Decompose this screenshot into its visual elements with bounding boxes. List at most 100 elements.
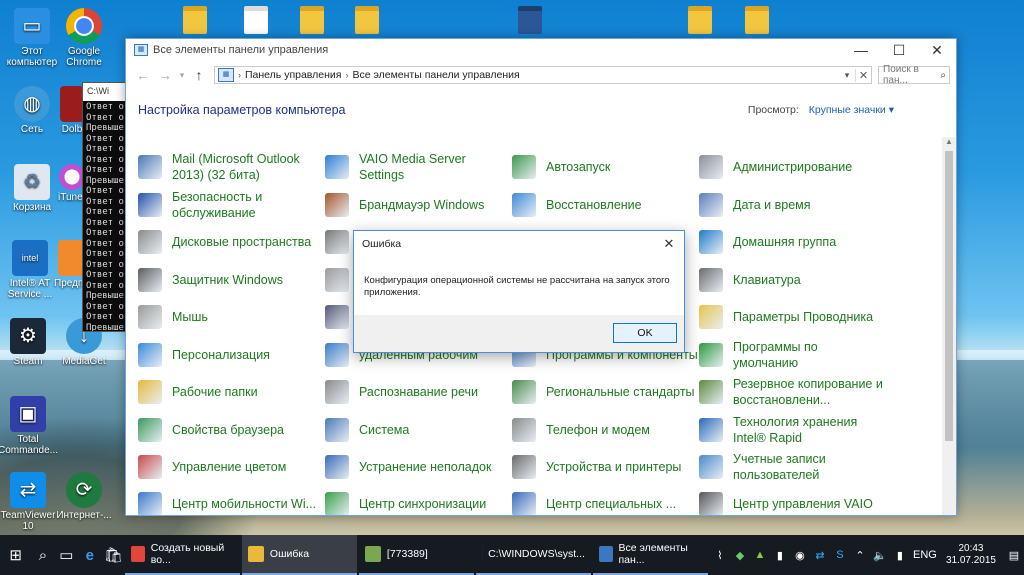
control-panel-item[interactable]: Центр управления VAIO xyxy=(699,486,885,515)
control-panel-item[interactable]: Распознавание речи xyxy=(325,374,511,410)
folder-icon[interactable] xyxy=(688,6,714,36)
control-panel-item[interactable]: Учетные записи пользователей xyxy=(699,449,885,485)
dialog-close-button[interactable]: ✕ xyxy=(654,236,684,252)
desktop-icon-recycle-bin[interactable]: ♻ Корзина xyxy=(0,164,64,213)
dialog-title-bar[interactable]: Ошибка ✕ xyxy=(354,231,684,257)
clock[interactable]: 20:43 31.07.2015 xyxy=(946,543,996,567)
battery-icon[interactable]: ▮ xyxy=(770,549,790,562)
word-file-icon[interactable] xyxy=(518,6,544,36)
dolby-icon xyxy=(60,86,84,122)
title-bar[interactable]: ▦ Все элементы панели управления — ☐ ✕ xyxy=(126,39,956,61)
control-panel-item[interactable]: Защитник Windows xyxy=(138,262,324,298)
control-panel-item[interactable]: Телефон и модем xyxy=(512,412,698,448)
control-panel-item[interactable]: Дата и время xyxy=(699,187,885,223)
folder-icon[interactable] xyxy=(745,6,771,36)
control-panel-item[interactable]: Персонализация xyxy=(138,337,324,373)
pdf-file-icon[interactable] xyxy=(244,6,270,36)
chevron-down-icon[interactable]: ▾ xyxy=(839,70,855,81)
control-panel-item[interactable]: Домашняя группа xyxy=(699,224,885,260)
folder-icon[interactable] xyxy=(300,6,326,36)
search-icon[interactable]: ⌕ xyxy=(940,70,946,81)
recent-chevron-icon[interactable]: ▾ xyxy=(176,70,188,81)
control-panel-item[interactable]: VAIO Media Server Settings xyxy=(325,149,511,185)
control-panel-item[interactable]: Резервное копирование и восстановлени... xyxy=(699,374,885,410)
control-panel-item[interactable]: Технология хранения Intel® Rapid xyxy=(699,412,885,448)
search-input[interactable]: Поиск в пан... ⌕ xyxy=(878,64,950,86)
desktop-icon-intel-at[interactable]: intel Intel® AT Service ... xyxy=(0,240,62,300)
wifi-icon[interactable]: ⌇ xyxy=(710,549,730,562)
search-icon[interactable]: ⌕ xyxy=(31,535,54,575)
taskbar-task[interactable]: [773389] xyxy=(358,535,474,575)
scroll-up-icon[interactable]: ▲ xyxy=(942,137,956,151)
up-arrow-icon[interactable]: ↑ xyxy=(188,67,210,83)
signal-icon[interactable]: ▮ xyxy=(890,549,910,562)
control-panel-item[interactable]: Устройства и принтеры xyxy=(512,449,698,485)
desktop-icon-steam[interactable]: ⚙ Steam xyxy=(0,318,60,367)
control-panel-item[interactable]: Центр синхронизации xyxy=(325,486,511,515)
show-hidden-icon[interactable]: ⌃ xyxy=(850,549,870,562)
maximize-button[interactable]: ☐ xyxy=(880,39,918,61)
notifications-icon[interactable]: ▤ xyxy=(1004,549,1024,562)
steam-tray-icon[interactable]: ◉ xyxy=(790,549,810,562)
scroll-thumb[interactable] xyxy=(945,151,953,441)
desktop-icon-chrome[interactable]: Google Chrome xyxy=(52,8,116,68)
item-icon xyxy=(699,492,723,515)
window-title: Все элементы панели управления xyxy=(153,44,329,56)
minimize-button[interactable]: — xyxy=(842,39,880,61)
control-panel-item[interactable]: Свойства браузера xyxy=(138,412,324,448)
network-app-icon[interactable]: ◆ xyxy=(730,549,750,562)
control-panel-item[interactable]: Клавиатура xyxy=(699,262,885,298)
edge-icon[interactable]: e xyxy=(78,535,101,575)
breadcrumb-all-items[interactable]: Все элементы панели управления xyxy=(348,69,523,81)
store-icon[interactable]: 🛍 xyxy=(102,535,125,575)
control-panel-item[interactable]: Программы по умолчанию xyxy=(699,337,885,373)
folder-icon[interactable] xyxy=(183,6,209,36)
item-label: Защитник Windows xyxy=(172,273,284,287)
control-panel-item[interactable]: Безопасность и обслуживание xyxy=(138,187,324,223)
internet-icon: ⟳ xyxy=(66,472,102,508)
control-panel-item[interactable]: Устранение неполадок xyxy=(325,449,511,485)
address-bar[interactable]: ▦ › Панель управления › Все элементы пан… xyxy=(214,66,872,84)
error-dialog[interactable]: Ошибка ✕ Конфигурация операционной систе… xyxy=(353,230,685,353)
desktop-icon-teamviewer[interactable]: ⇄ TeamViewer 10 xyxy=(0,472,60,532)
taskbar-task[interactable]: Все элементы пан... xyxy=(592,535,708,575)
taskbar-task[interactable]: Ошибка xyxy=(241,535,357,575)
control-panel-item[interactable]: Система xyxy=(325,412,511,448)
view-dropdown[interactable]: Крупные значки ▾ xyxy=(809,104,894,116)
volume-icon[interactable]: 🔈 xyxy=(870,549,890,562)
desktop-icon-network[interactable]: ◍ Сеть xyxy=(0,86,64,135)
dialog-footer: OK xyxy=(354,315,684,352)
close-button[interactable]: ✕ xyxy=(918,39,956,61)
desktop-icon-internet[interactable]: ⟳ Интернет-... xyxy=(52,472,116,521)
control-panel-item[interactable]: Восстановление xyxy=(512,187,698,223)
vertical-scrollbar[interactable]: ▲ xyxy=(942,137,956,515)
forward-arrow-icon[interactable]: → xyxy=(154,67,176,83)
control-panel-item[interactable]: Дисковые пространства xyxy=(138,224,324,260)
desktop-icon-total-commander[interactable]: ▣ Total Commande... xyxy=(0,396,60,456)
folder-icon[interactable] xyxy=(355,6,381,36)
taskbar-task[interactable]: Создать новый во... xyxy=(124,535,240,575)
ok-button[interactable]: OK xyxy=(613,323,677,343)
control-panel-item[interactable]: Автозапуск xyxy=(512,149,698,185)
android-icon[interactable]: ▲ xyxy=(750,549,770,561)
control-panel-item[interactable]: Центр мобильности Wi... xyxy=(138,486,324,515)
task-view-icon[interactable]: ▭ xyxy=(55,535,78,575)
language-indicator[interactable]: ENG xyxy=(910,549,940,561)
task-label: Ошибка xyxy=(269,548,310,560)
skype-icon[interactable]: S xyxy=(830,549,850,561)
breadcrumb-control-panel[interactable]: Панель управления xyxy=(241,69,345,81)
control-panel-item[interactable]: Мышь xyxy=(138,299,324,335)
control-panel-item[interactable]: Параметры Проводника xyxy=(699,299,885,335)
control-panel-item[interactable]: Региональные стандарты xyxy=(512,374,698,410)
control-panel-item[interactable]: Рабочие папки xyxy=(138,374,324,410)
clear-icon[interactable]: ✕ xyxy=(855,68,871,82)
control-panel-item[interactable]: Mail (Microsoft Outlook 2013) (32 бита) xyxy=(138,149,324,185)
back-arrow-icon[interactable]: ← xyxy=(132,67,154,83)
control-panel-item[interactable]: Центр специальных ... xyxy=(512,486,698,515)
taskbar-task[interactable]: C:\WINDOWS\syst... xyxy=(475,535,591,575)
start-button[interactable]: ⊞ xyxy=(0,535,31,575)
control-panel-item[interactable]: Управление цветом xyxy=(138,449,324,485)
control-panel-item[interactable]: Администрирование xyxy=(699,149,885,185)
control-panel-item[interactable]: Брандмауэр Windows xyxy=(325,187,511,223)
teamviewer-tray-icon[interactable]: ⇄ xyxy=(810,549,830,562)
